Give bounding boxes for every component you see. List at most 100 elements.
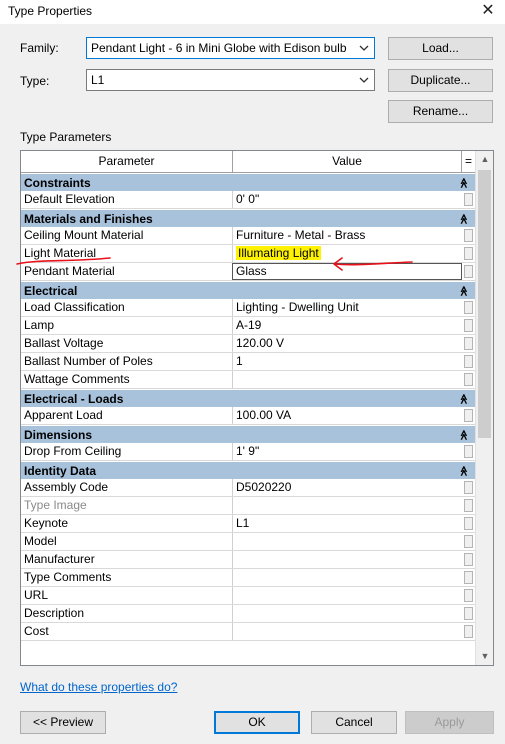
duplicate-button[interactable]: Duplicate... [388,69,493,92]
group-header[interactable]: Materials and Finishes ≫ [21,209,475,227]
parameter-row[interactable]: Keynote L1 [21,515,475,533]
parameter-row[interactable]: Light Material Illumating Light [21,245,475,263]
ok-button[interactable]: OK [214,711,300,734]
formula-button-icon[interactable] [464,445,473,458]
parameter-value[interactable] [233,497,462,514]
parameter-row[interactable]: Type Comments [21,569,475,587]
group-header[interactable]: Identity Data ≫ [21,461,475,479]
formula-cell[interactable] [462,263,475,280]
formula-button-icon[interactable] [464,247,473,260]
parameter-value[interactable] [233,623,462,640]
close-icon[interactable]: ✕ [477,1,499,21]
type-dropdown[interactable]: L1 [86,69,375,91]
formula-button-icon[interactable] [464,499,473,512]
collapse-chevron-icon[interactable]: ≫ [456,394,474,404]
group-header[interactable]: Electrical ≫ [21,281,475,299]
column-header-parameter[interactable]: Parameter [21,151,233,172]
parameter-value[interactable]: Lighting - Dwelling Unit [233,299,462,316]
parameter-value[interactable]: A-19 [233,317,462,334]
formula-button-icon[interactable] [464,337,473,350]
formula-button-icon[interactable] [464,193,473,206]
formula-button-icon[interactable] [464,355,473,368]
formula-button-icon[interactable] [464,625,473,638]
parameter-row[interactable]: Default Elevation 0' 0" [21,191,475,209]
parameter-value[interactable]: Glass [232,263,462,280]
family-dropdown[interactable]: Pendant Light - 6 in Mini Globe with Edi… [86,37,375,59]
formula-cell[interactable] [462,569,475,586]
parameter-row[interactable]: URL [21,587,475,605]
parameter-row[interactable]: Load Classification Lighting - Dwelling U… [21,299,475,317]
formula-cell[interactable] [462,371,475,388]
parameter-row[interactable]: Ballast Voltage 120.00 V [21,335,475,353]
parameter-row[interactable]: Cost [21,623,475,641]
formula-button-icon[interactable] [464,607,473,620]
formula-button-icon[interactable] [464,301,473,314]
formula-cell[interactable] [462,497,475,514]
column-header-value[interactable]: Value [233,151,462,172]
scroll-down-icon[interactable]: ▼ [476,648,493,665]
scroll-up-icon[interactable]: ▲ [476,151,493,168]
group-header[interactable]: Constraints ≫ [21,173,475,191]
rename-button[interactable]: Rename... [388,100,493,123]
parameter-row[interactable]: Pendant Material Glass [21,263,475,281]
parameter-row[interactable]: Manufacturer [21,551,475,569]
formula-button-icon[interactable] [464,571,473,584]
group-header[interactable]: Dimensions ≫ [21,425,475,443]
parameter-value[interactable]: 0' 0" [233,191,462,208]
cancel-button[interactable]: Cancel [311,711,397,734]
parameter-value[interactable]: Furniture - Metal - Brass [233,227,462,244]
formula-cell[interactable] [462,623,475,640]
collapse-chevron-icon[interactable]: ≫ [456,178,474,188]
formula-cell[interactable] [462,335,475,352]
parameter-value[interactable]: 120.00 V [233,335,462,352]
formula-button-icon[interactable] [464,481,473,494]
preview-button[interactable]: << Preview [20,711,106,734]
parameter-row[interactable]: Lamp A-19 [21,317,475,335]
formula-cell[interactable] [462,227,475,244]
formula-button-icon[interactable] [464,535,473,548]
formula-button-icon[interactable] [464,265,473,278]
formula-cell[interactable] [462,245,475,262]
parameter-row[interactable]: Ballast Number of Poles 1 [21,353,475,371]
formula-button-icon[interactable] [464,589,473,602]
parameter-row[interactable]: Apparent Load 100.00 VA [21,407,475,425]
formula-button-icon[interactable] [464,319,473,332]
formula-button-icon[interactable] [464,553,473,566]
collapse-chevron-icon[interactable]: ≫ [456,430,474,440]
parameter-value[interactable] [233,569,462,586]
column-header-formula[interactable]: = [462,151,475,172]
formula-cell[interactable] [462,515,475,532]
grid-scrollbar[interactable]: ▲ ▼ [475,151,493,665]
parameter-row[interactable]: Model [21,533,475,551]
parameter-value[interactable] [233,587,462,604]
parameter-value[interactable]: 100.00 VA [233,407,462,424]
formula-cell[interactable] [462,191,475,208]
collapse-chevron-icon[interactable]: ≫ [456,286,474,296]
formula-button-icon[interactable] [464,373,473,386]
formula-cell[interactable] [462,587,475,604]
formula-cell[interactable] [462,317,475,334]
parameter-value[interactable]: Illumating Light [233,245,462,262]
scroll-thumb[interactable] [478,170,491,438]
formula-cell[interactable] [462,605,475,622]
formula-cell[interactable] [462,407,475,424]
parameter-value[interactable] [233,533,462,550]
parameter-value[interactable] [233,605,462,622]
formula-cell[interactable] [462,533,475,550]
parameter-row[interactable]: Type Image [21,497,475,515]
collapse-chevron-icon[interactable]: ≫ [456,214,474,224]
parameter-value[interactable]: 1' 9" [233,443,462,460]
formula-cell[interactable] [462,551,475,568]
formula-cell[interactable] [462,299,475,316]
parameter-row[interactable]: Wattage Comments [21,371,475,389]
parameter-value[interactable]: D5020220 [233,479,462,496]
load-button[interactable]: Load... [388,37,493,60]
parameter-value[interactable] [233,371,462,388]
parameter-row[interactable]: Assembly Code D5020220 [21,479,475,497]
parameter-row[interactable]: Description [21,605,475,623]
help-link[interactable]: What do these properties do? [20,680,177,694]
group-header[interactable]: Electrical - Loads ≫ [21,389,475,407]
parameter-value[interactable] [233,551,462,568]
formula-button-icon[interactable] [464,229,473,242]
formula-cell[interactable] [462,443,475,460]
